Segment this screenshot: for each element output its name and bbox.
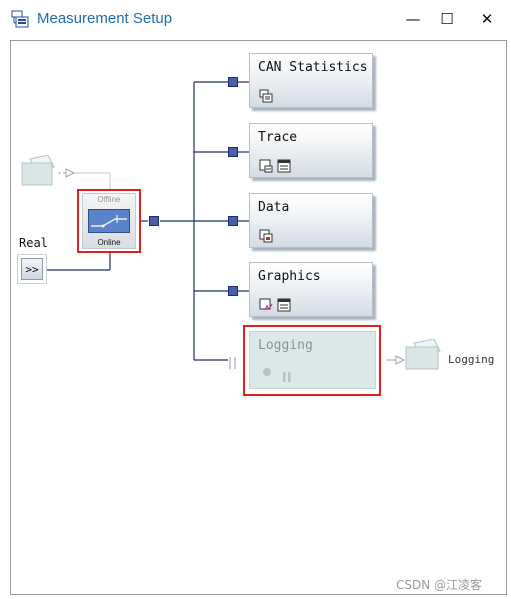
graphics-block[interactable]: Graphics — [249, 262, 373, 317]
can-statistics-label: CAN Statistics — [258, 60, 368, 75]
data-node[interactable] — [228, 216, 238, 226]
logging-break-icon[interactable] — [228, 354, 238, 369]
logging-label: Logging — [258, 338, 313, 353]
trace-block[interactable]: Trace — [249, 123, 373, 178]
logging-block[interactable]: Logging — [249, 331, 376, 389]
graphics-config-icon — [277, 297, 291, 312]
online-label: Online — [97, 238, 121, 247]
statistics-icon — [259, 88, 273, 103]
switch-icon — [88, 209, 130, 233]
real-arrows-icon: >> — [25, 262, 39, 276]
logging-output-label: Logging — [448, 353, 495, 366]
trace-window-icon — [259, 158, 273, 173]
graphics-node[interactable] — [228, 286, 238, 296]
can-statistics-node[interactable] — [228, 77, 238, 87]
record-icon — [263, 368, 271, 376]
data-block[interactable]: Data — [249, 193, 373, 248]
trace-label: Trace — [258, 130, 298, 145]
trace-node[interactable] — [228, 147, 238, 157]
offline-label: Offline — [97, 195, 121, 204]
watermark: CSDN @江凌客 — [396, 578, 483, 592]
pause-icon — [282, 367, 292, 382]
online-offline-switch[interactable]: Offline Online — [82, 193, 136, 249]
data-window-icon — [259, 228, 273, 243]
graphics-label: Graphics — [258, 269, 321, 284]
can-statistics-block[interactable]: CAN Statistics — [249, 53, 373, 108]
trace-config-icon — [277, 158, 291, 173]
logging-output-folder-icon[interactable] — [404, 338, 442, 371]
offline-source-folder-icon[interactable] — [20, 154, 56, 187]
real-label: Real — [19, 236, 48, 250]
real-source-button[interactable]: >> — [17, 254, 47, 284]
graphics-window-icon — [259, 297, 273, 311]
switch-output-node[interactable] — [149, 216, 159, 226]
data-label: Data — [258, 200, 290, 215]
